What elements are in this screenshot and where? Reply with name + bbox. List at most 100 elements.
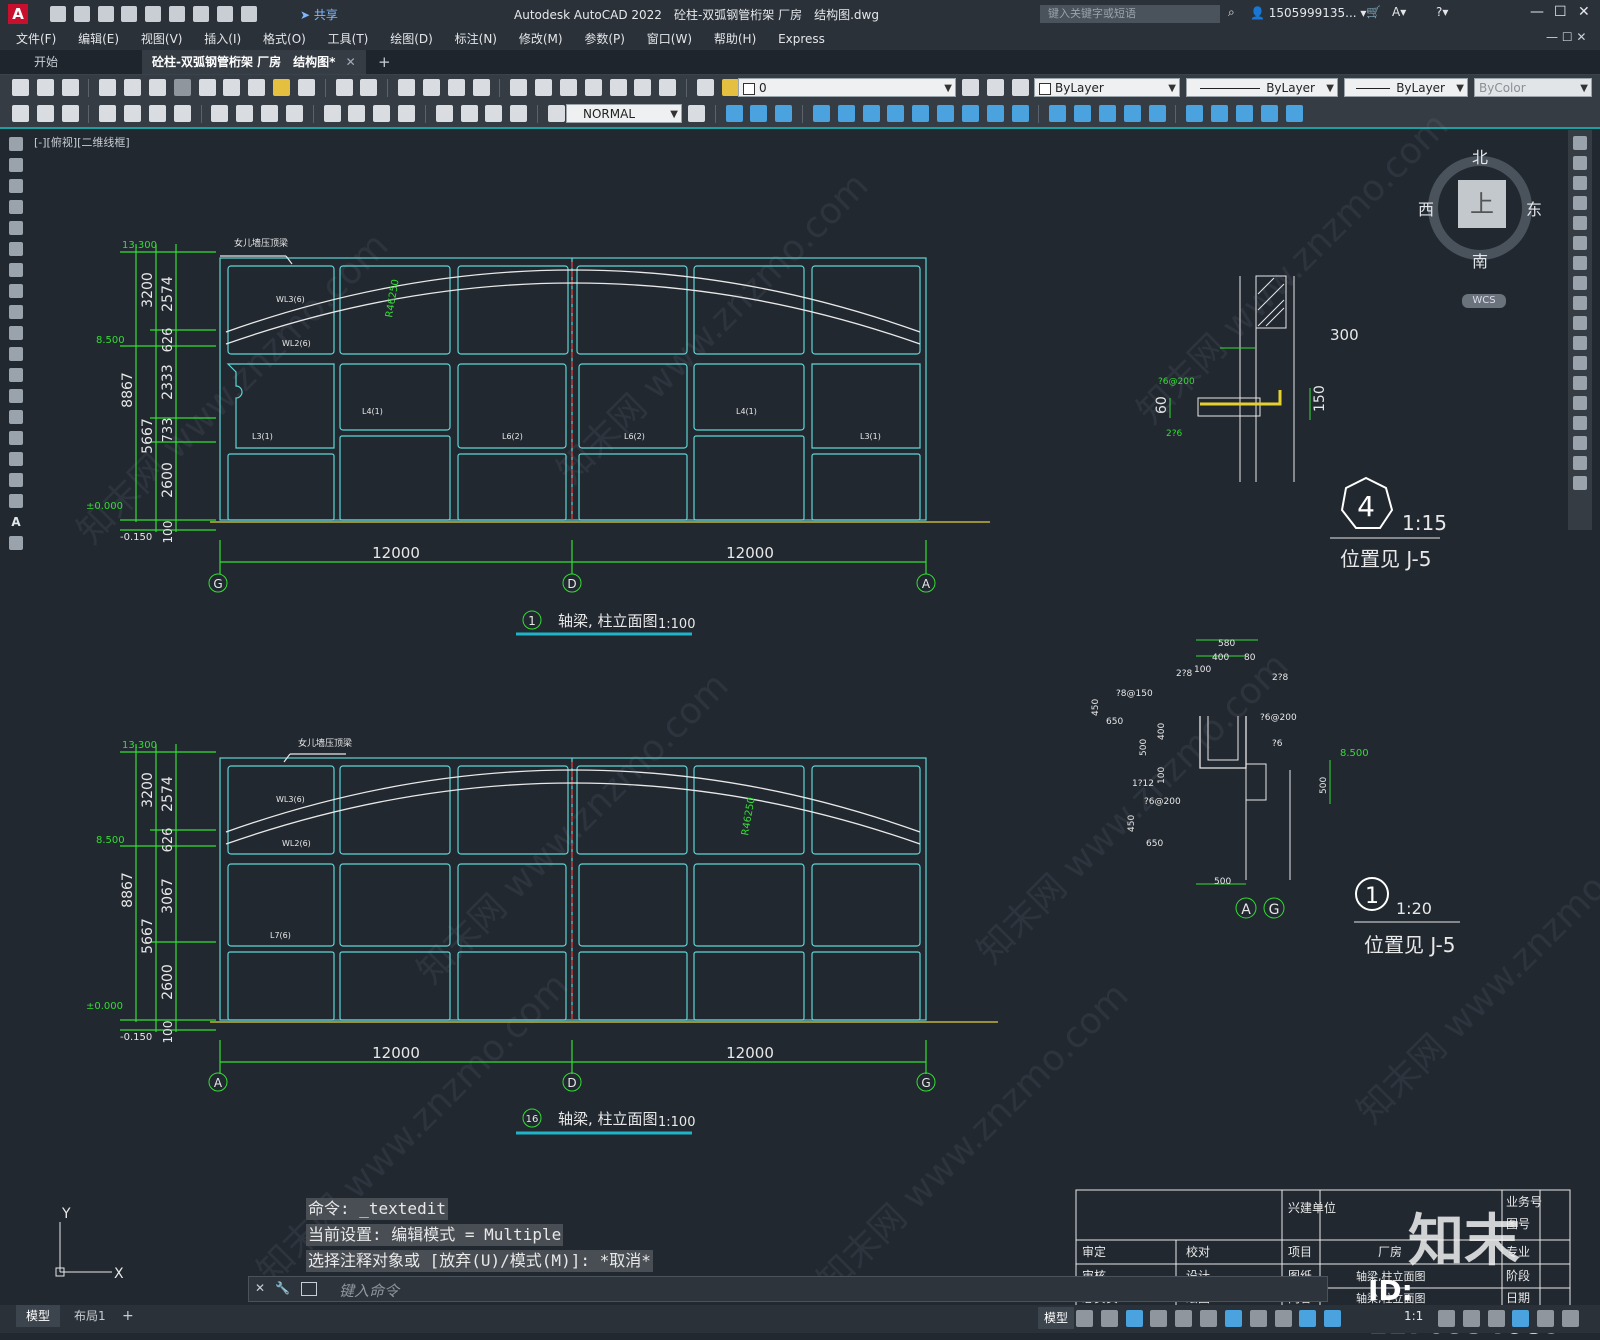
elev2-caption: 16 轴梁, 柱立面图 1:100: [516, 1108, 695, 1135]
elev2-caption-title: 轴梁, 柱立面图: [558, 1110, 658, 1128]
detail4-dim-150: 150: [1312, 385, 1328, 412]
detail1-dim-450-top: 450: [1091, 699, 1101, 716]
site-logo-watermark: 知末: [1408, 1209, 1520, 1274]
close-command-icon[interactable]: ✕: [255, 1281, 265, 1295]
polar-icon[interactable]: [1150, 1310, 1168, 1327]
status-bar: 模型 布局1 + 模型 1:1: [0, 1305, 1600, 1333]
elev1-caption-number: 1: [528, 614, 536, 628]
elev1-span-left: 12000: [372, 544, 420, 562]
detail1-note-2phi8-left: 2?8: [1176, 669, 1193, 679]
detail1-beam: [1245, 763, 1267, 801]
elev1-dim-100: 100: [161, 521, 175, 544]
detail1-dim-100: 100: [1194, 665, 1211, 675]
viewcube-north[interactable]: 北: [1472, 144, 1488, 168]
command-line[interactable]: ✕ 🔧 键入命令: [248, 1276, 1328, 1302]
customize-wrench-icon[interactable]: 🔧: [275, 1281, 290, 1295]
detail1-number: 1: [1365, 884, 1379, 909]
annotation-visibility-icon[interactable]: [1299, 1310, 1317, 1327]
command-history-line: 当前设置: 编辑模式 = Multiple: [306, 1224, 564, 1246]
elev2-dim-5667: 5667: [140, 918, 156, 954]
elev2-level-13300: 13.300: [122, 740, 157, 751]
detail4-number: 4: [1357, 490, 1375, 523]
detail1-dim-500-bottom: 500: [1214, 877, 1231, 887]
detail1-dim-400: 400: [1212, 653, 1229, 663]
svg-text:X: X: [114, 1266, 124, 1282]
elev1-axis-bubbles: G D A: [208, 573, 936, 593]
add-layout-button[interactable]: +: [122, 1305, 134, 1327]
elev2-dim-100: 100: [161, 1021, 175, 1044]
detail4-dim-300: 300: [1330, 326, 1359, 344]
elev2-dim-626: 626: [161, 828, 176, 853]
detail1-scale: 1:20: [1396, 899, 1432, 918]
elev1-dim-8867: 8867: [120, 372, 136, 408]
svg-text:Y: Y: [61, 1206, 71, 1222]
status-toggles: [1074, 1308, 1343, 1329]
viewcube[interactable]: 上 北 南 东 西: [1418, 148, 1542, 272]
elev2-caption-scale: 1:100: [658, 1115, 695, 1130]
elev2-beam-wl3: WL3(6): [276, 795, 305, 804]
elev2-span-left: 12000: [372, 1044, 420, 1062]
elev2-level-0150: -0.150: [120, 1032, 152, 1043]
quick-properties-icon[interactable]: [1512, 1310, 1530, 1327]
wcs-menu[interactable]: WCS: [1462, 294, 1506, 308]
viewcube-west[interactable]: 西: [1418, 196, 1434, 220]
tab-model[interactable]: 模型: [16, 1305, 61, 1327]
elev2-axis-g: G: [921, 1076, 930, 1090]
elev1-axis-g: G: [213, 577, 222, 591]
elev1-beam-l4-right: L4(1): [736, 407, 757, 416]
elev1-beam-l6-left: L6(2): [502, 432, 523, 441]
plus-icon[interactable]: [1462, 1310, 1480, 1327]
viewcube-south[interactable]: 南: [1472, 248, 1488, 272]
elev1-beam-l3-left: L3(1): [252, 432, 273, 441]
detail1-dim-650-bottom: 650: [1146, 839, 1163, 849]
lineweight-icon[interactable]: [1249, 1310, 1267, 1327]
elev1-dim-626: 626: [161, 328, 176, 353]
elev2-radius: R46250: [740, 796, 758, 836]
isodraft-icon[interactable]: [1200, 1310, 1218, 1327]
viewcube-top-face[interactable]: 上: [1458, 180, 1506, 228]
units-icon[interactable]: [1487, 1310, 1505, 1327]
workspace-gear-icon[interactable]: [1438, 1310, 1455, 1327]
command-prompt-icon[interactable]: [301, 1282, 317, 1296]
model-space-toggle[interactable]: 模型: [1038, 1307, 1075, 1329]
osnap-tracking-icon[interactable]: [1175, 1310, 1193, 1327]
tab-layout1[interactable]: 布局1: [68, 1305, 112, 1327]
elev2-row3-panels: [227, 951, 921, 1021]
object-snap-icon[interactable]: [1224, 1310, 1242, 1327]
detail1-axis-a: A: [1241, 902, 1251, 918]
transparency-icon[interactable]: [1274, 1310, 1292, 1327]
viewcube-east[interactable]: 东: [1526, 196, 1542, 220]
elevation-1: [120, 244, 990, 574]
elev2-dim-8867: 8867: [120, 872, 136, 908]
elev1-beam-l3-right: L3(1): [860, 432, 881, 441]
clean-screen-icon[interactable]: [1537, 1310, 1555, 1327]
detail4-note-bars: 2?6: [1166, 429, 1183, 439]
grid-icon[interactable]: [1076, 1310, 1093, 1327]
elev2-level-8500: 8.500: [96, 835, 125, 846]
ucs-icon: Y X: [55, 1206, 124, 1282]
elev1-dim-3200: 3200: [140, 272, 156, 308]
customization-menu-icon[interactable]: [1562, 1310, 1580, 1327]
annotation-scale[interactable]: 1:1: [1404, 1309, 1423, 1323]
elev2-caption-number: 16: [526, 1114, 539, 1125]
elev1-beam-l4-left: L4(1): [362, 407, 383, 416]
elev1-axis-d: D: [567, 577, 576, 591]
ortho-icon[interactable]: [1125, 1310, 1143, 1327]
elev1-top-note: 女儿墙压顶梁: [234, 237, 288, 249]
elev2-dim-3067: 3067: [160, 878, 176, 914]
tb-client-label: 兴建单位: [1288, 1200, 1336, 1215]
elev1-note-leader-tail: [285, 255, 293, 265]
elev2-dim-3200: 3200: [140, 772, 156, 808]
detail4-slab: [1197, 397, 1261, 417]
detail1-ref: 位置见 J-5: [1364, 933, 1455, 957]
detail1-note-phi6-200-right: ?6@200: [1260, 713, 1297, 723]
elev1-caption-scale: 1:100: [658, 617, 695, 632]
elev2-row2-panels: [227, 863, 921, 947]
elev2-dim-2574: 2574: [160, 776, 176, 812]
elevation-2-text: 女儿墙压顶梁 13.300 8.500 ±0.000 -0.150 3200 8…: [86, 737, 774, 1062]
auto-scale-icon[interactable]: [1324, 1310, 1342, 1327]
detail1-dim-580: 580: [1218, 639, 1235, 649]
command-input[interactable]: 键入命令: [339, 1280, 399, 1301]
detail4-ref: 位置见 J-5: [1340, 547, 1431, 571]
snap-icon[interactable]: [1100, 1310, 1118, 1327]
